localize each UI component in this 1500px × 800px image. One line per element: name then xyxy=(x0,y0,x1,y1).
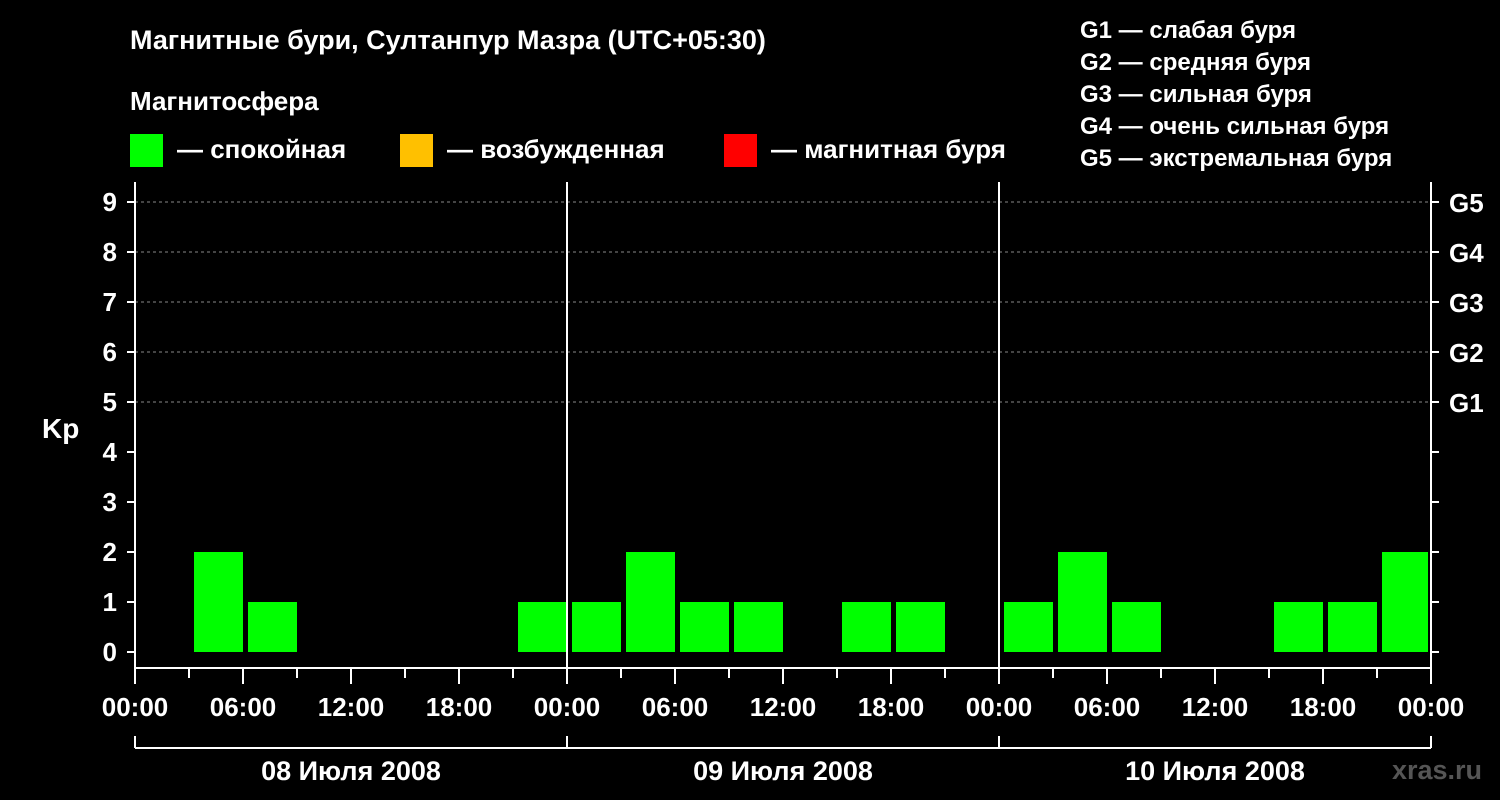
right-axis-label-g1: G1 xyxy=(1449,388,1484,418)
day-label: 10 Июля 2008 xyxy=(1125,756,1305,786)
storm-scale-g2: G2 — средняя буря xyxy=(1080,49,1311,76)
right-axis-label-g4: G4 xyxy=(1449,238,1484,268)
y-tick-label: 2 xyxy=(103,537,117,567)
day-label: 08 Июля 2008 xyxy=(261,756,441,786)
legend-swatch-storm xyxy=(724,134,757,167)
kp-bar xyxy=(842,602,891,652)
x-tick-label: 12:00 xyxy=(1182,692,1249,722)
y-tick-label: 8 xyxy=(103,237,117,267)
x-tick-label: 18:00 xyxy=(426,692,493,722)
storm-scale-g5: G5 — экстремальная буря xyxy=(1080,145,1392,172)
kp-bar xyxy=(680,602,729,652)
chart-title: Магнитные бури, Султанпур Мазра (UTC+05:… xyxy=(130,25,766,55)
kp-bar xyxy=(1058,552,1107,652)
x-tick-label: 12:00 xyxy=(318,692,385,722)
storm-scale-g1: G1 — слабая буря xyxy=(1080,17,1296,44)
right-axis-label-g5: G5 xyxy=(1449,188,1484,218)
section-label: Магнитосфера xyxy=(130,86,319,116)
legend-swatch-excited xyxy=(400,134,433,167)
kp-bar xyxy=(248,602,297,652)
kp-bar xyxy=(572,602,621,652)
y-axis-label: Kp xyxy=(42,413,79,444)
x-tick-label: 00:00 xyxy=(102,692,169,722)
legend-swatch-calm xyxy=(130,134,163,167)
x-tick-label: 06:00 xyxy=(1074,692,1141,722)
kp-bar xyxy=(896,602,945,652)
day-label: 09 Июля 2008 xyxy=(693,756,873,786)
y-tick-label: 5 xyxy=(103,387,117,417)
x-tick-label: 00:00 xyxy=(966,692,1033,722)
kp-bar xyxy=(1382,552,1428,652)
kp-bar xyxy=(194,552,243,652)
kp-chart: Магнитные бури, Султанпур Мазра (UTC+05:… xyxy=(42,17,1484,786)
kp-bar xyxy=(626,552,675,652)
storm-scale-g4: G4 — очень сильная буря xyxy=(1080,113,1389,140)
legend-label-storm: — магнитная буря xyxy=(771,134,1006,164)
kp-bar xyxy=(1274,602,1323,652)
x-tick-label: 06:00 xyxy=(210,692,277,722)
y-tick-label: 9 xyxy=(103,187,117,217)
x-tick-label: 18:00 xyxy=(858,692,925,722)
kp-bar xyxy=(1004,602,1053,652)
kp-bar xyxy=(1112,602,1161,652)
axes xyxy=(134,182,1432,669)
storm-scale-g3: G3 — сильная буря xyxy=(1080,81,1312,108)
x-tick-label: 18:00 xyxy=(1290,692,1357,722)
storm-scale-legend: G1 — слабая буря G2 — средняя буря G3 — … xyxy=(1080,17,1392,172)
y-tick-label: 6 xyxy=(103,337,117,367)
right-axis-label-g2: G2 xyxy=(1449,338,1484,368)
y-tick-label: 0 xyxy=(103,637,117,667)
y-tick-label: 4 xyxy=(103,437,118,467)
legend-label-calm: — спокойная xyxy=(177,134,346,164)
kp-bar xyxy=(734,602,783,652)
legend-label-excited: — возбужденная xyxy=(447,134,665,164)
day-labels: 08 Июля 2008 09 Июля 2008 10 Июля 2008 xyxy=(134,736,1432,786)
x-tick-label: 12:00 xyxy=(750,692,817,722)
kp-bar xyxy=(1328,602,1377,652)
x-tick-label: 00:00 xyxy=(1398,692,1465,722)
y-tick-label: 3 xyxy=(103,487,117,517)
bar-series xyxy=(194,552,1428,652)
x-tick-label: 00:00 xyxy=(534,692,601,722)
x-tick-label: 06:00 xyxy=(642,692,709,722)
status-legend: — спокойная — возбужденная — магнитная б… xyxy=(130,134,1006,167)
y-tick-label: 7 xyxy=(103,287,117,317)
y-tick-label: 1 xyxy=(103,587,117,617)
grid-lines xyxy=(135,201,1431,403)
kp-bar xyxy=(518,602,567,652)
right-axis-label-g3: G3 xyxy=(1449,288,1484,318)
watermark: xras.ru xyxy=(1392,755,1482,785)
